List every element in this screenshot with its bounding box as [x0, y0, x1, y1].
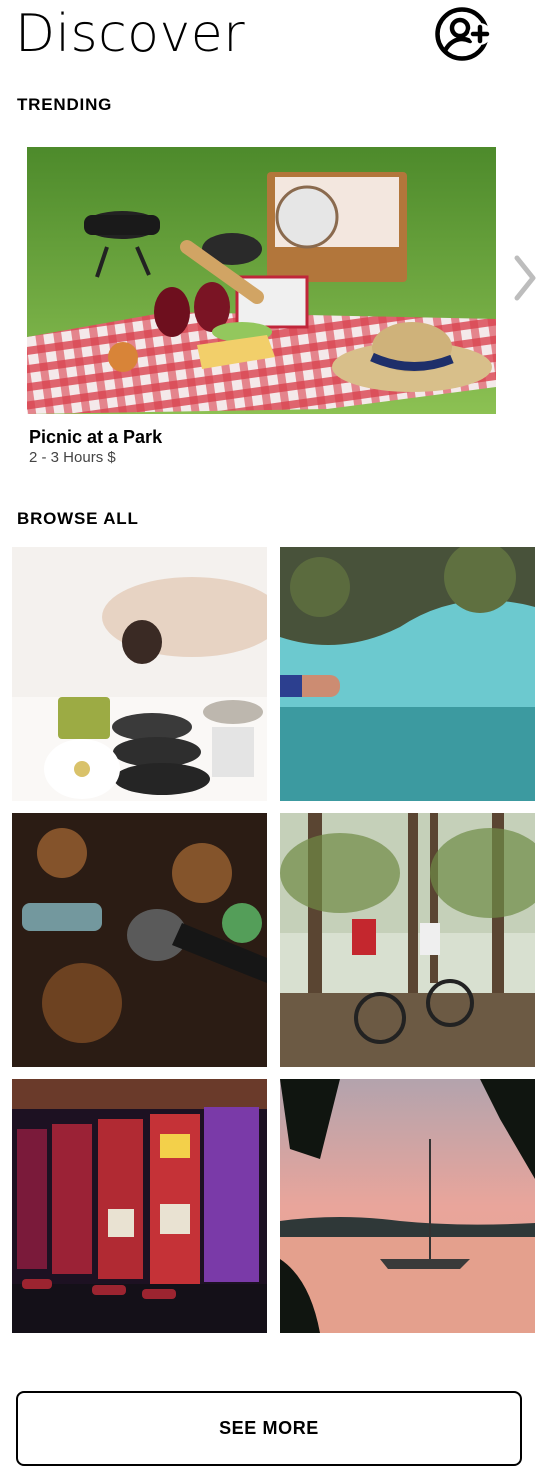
sailboat-sunset-image: [280, 1079, 535, 1333]
add-user-button[interactable]: [434, 5, 494, 65]
see-more-button[interactable]: SEE MORE: [16, 1391, 522, 1466]
page-title: Discover: [15, 4, 246, 64]
trending-card[interactable]: Picnic at a Park 2 - 3 Hours $: [27, 147, 496, 468]
see-more-label: SEE MORE: [219, 1418, 319, 1438]
karaoke-microphone-image: [12, 813, 267, 1067]
browse-tile-pool[interactable]: [280, 547, 535, 801]
trending-card-meta: 2 - 3 Hours $: [29, 449, 116, 466]
forest-cycling-image: [280, 813, 535, 1067]
trending-section-title: TRENDING: [17, 95, 113, 114]
browse-tile-sailing[interactable]: [280, 1079, 535, 1333]
trending-card-title: Picnic at a Park: [29, 427, 163, 447]
chevron-right-icon: [514, 255, 536, 301]
picnic-image: [27, 147, 496, 414]
spa-massage-image: [12, 547, 267, 801]
browse-all-section-title: BROWSE ALL: [17, 509, 139, 528]
browse-tile-cycling[interactable]: [280, 813, 535, 1067]
browse-tile-spa[interactable]: [12, 547, 267, 801]
next-trending-button[interactable]: [509, 252, 541, 304]
swimming-pool-image: [280, 547, 535, 801]
casino-slot-machines-image: [12, 1079, 267, 1333]
add-user-icon: [435, 7, 491, 61]
browse-tile-casino[interactable]: [12, 1079, 267, 1333]
browse-tile-karaoke[interactable]: [12, 813, 267, 1067]
